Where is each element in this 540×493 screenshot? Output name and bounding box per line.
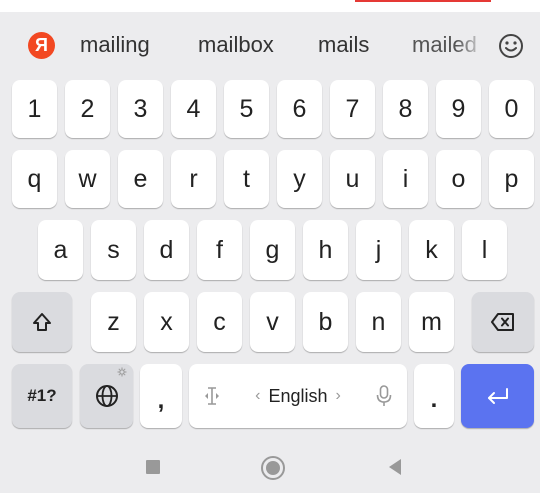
microphone-icon[interactable]: [375, 384, 393, 408]
key-j[interactable]: j: [356, 220, 401, 280]
suggestion-bar: Я mailing mailbox mails mailed: [0, 12, 540, 72]
key-3[interactable]: 3: [118, 80, 163, 138]
comma-key[interactable]: ,: [140, 364, 182, 428]
enter-icon: [485, 387, 511, 405]
symbols-label: #1?: [27, 386, 57, 405]
key-d[interactable]: d: [144, 220, 189, 280]
cursor-move-icon: [203, 385, 221, 407]
home-circle-icon[interactable]: [261, 456, 285, 480]
top-accent-line: [355, 0, 491, 2]
key-5[interactable]: 5: [224, 80, 269, 138]
key-r[interactable]: r: [171, 150, 216, 208]
top-strip: [0, 0, 540, 12]
symbols-key[interactable]: #1?: [12, 364, 72, 428]
key-n[interactable]: n: [356, 292, 401, 352]
lang-next-icon: ›: [335, 387, 341, 404]
key-0[interactable]: 0: [489, 80, 534, 138]
enter-key[interactable]: [461, 364, 534, 428]
comma-label: ,: [157, 387, 165, 414]
period-key[interactable]: .: [414, 364, 454, 428]
key-6[interactable]: 6: [277, 80, 322, 138]
key-i[interactable]: i: [383, 150, 428, 208]
language-label: English: [268, 385, 328, 406]
square-icon[interactable]: [146, 460, 160, 474]
backspace-key[interactable]: [472, 292, 534, 352]
suggestion-word[interactable]: mailed: [412, 30, 486, 60]
key-9[interactable]: 9: [436, 80, 481, 138]
key-w[interactable]: w: [65, 150, 110, 208]
key-g[interactable]: g: [250, 220, 295, 280]
lang-prev-icon: ‹: [255, 387, 261, 404]
globe-key[interactable]: [80, 364, 133, 428]
key-m[interactable]: m: [409, 292, 454, 352]
key-k[interactable]: k: [409, 220, 454, 280]
suggestion-word[interactable]: mailing: [80, 30, 150, 60]
suggestion-word[interactable]: mailbox: [198, 30, 274, 60]
key-7[interactable]: 7: [330, 80, 375, 138]
spacebar[interactable]: ‹ English ›: [189, 364, 407, 428]
period-label: .: [430, 386, 438, 413]
key-c[interactable]: c: [197, 292, 242, 352]
shift-icon: [31, 311, 53, 333]
back-triangle-icon[interactable]: [389, 459, 401, 475]
language-indicator: ‹ English ›: [255, 386, 341, 407]
key-h[interactable]: h: [303, 220, 348, 280]
key-t[interactable]: t: [224, 150, 269, 208]
suggestion-word[interactable]: mails: [318, 30, 369, 60]
key-q[interactable]: q: [12, 150, 57, 208]
key-8[interactable]: 8: [383, 80, 428, 138]
key-b[interactable]: b: [303, 292, 348, 352]
gear-icon: [117, 367, 127, 377]
key-l[interactable]: l: [462, 220, 507, 280]
key-4[interactable]: 4: [171, 80, 216, 138]
key-y[interactable]: y: [277, 150, 322, 208]
yandex-logo-icon[interactable]: Я: [28, 32, 55, 59]
key-a[interactable]: a: [38, 220, 83, 280]
key-e[interactable]: e: [118, 150, 163, 208]
globe-icon: [95, 384, 119, 408]
key-f[interactable]: f: [197, 220, 242, 280]
key-2[interactable]: 2: [65, 80, 110, 138]
key-1[interactable]: 1: [12, 80, 57, 138]
smiley-icon[interactable]: [498, 33, 524, 59]
key-z[interactable]: z: [91, 292, 136, 352]
backspace-icon: [491, 313, 515, 331]
key-u[interactable]: u: [330, 150, 375, 208]
key-o[interactable]: o: [436, 150, 481, 208]
key-v[interactable]: v: [250, 292, 295, 352]
system-navigation-bar: [0, 438, 540, 493]
key-s[interactable]: s: [91, 220, 136, 280]
shift-key[interactable]: [12, 292, 72, 352]
key-p[interactable]: p: [489, 150, 534, 208]
key-x[interactable]: x: [144, 292, 189, 352]
